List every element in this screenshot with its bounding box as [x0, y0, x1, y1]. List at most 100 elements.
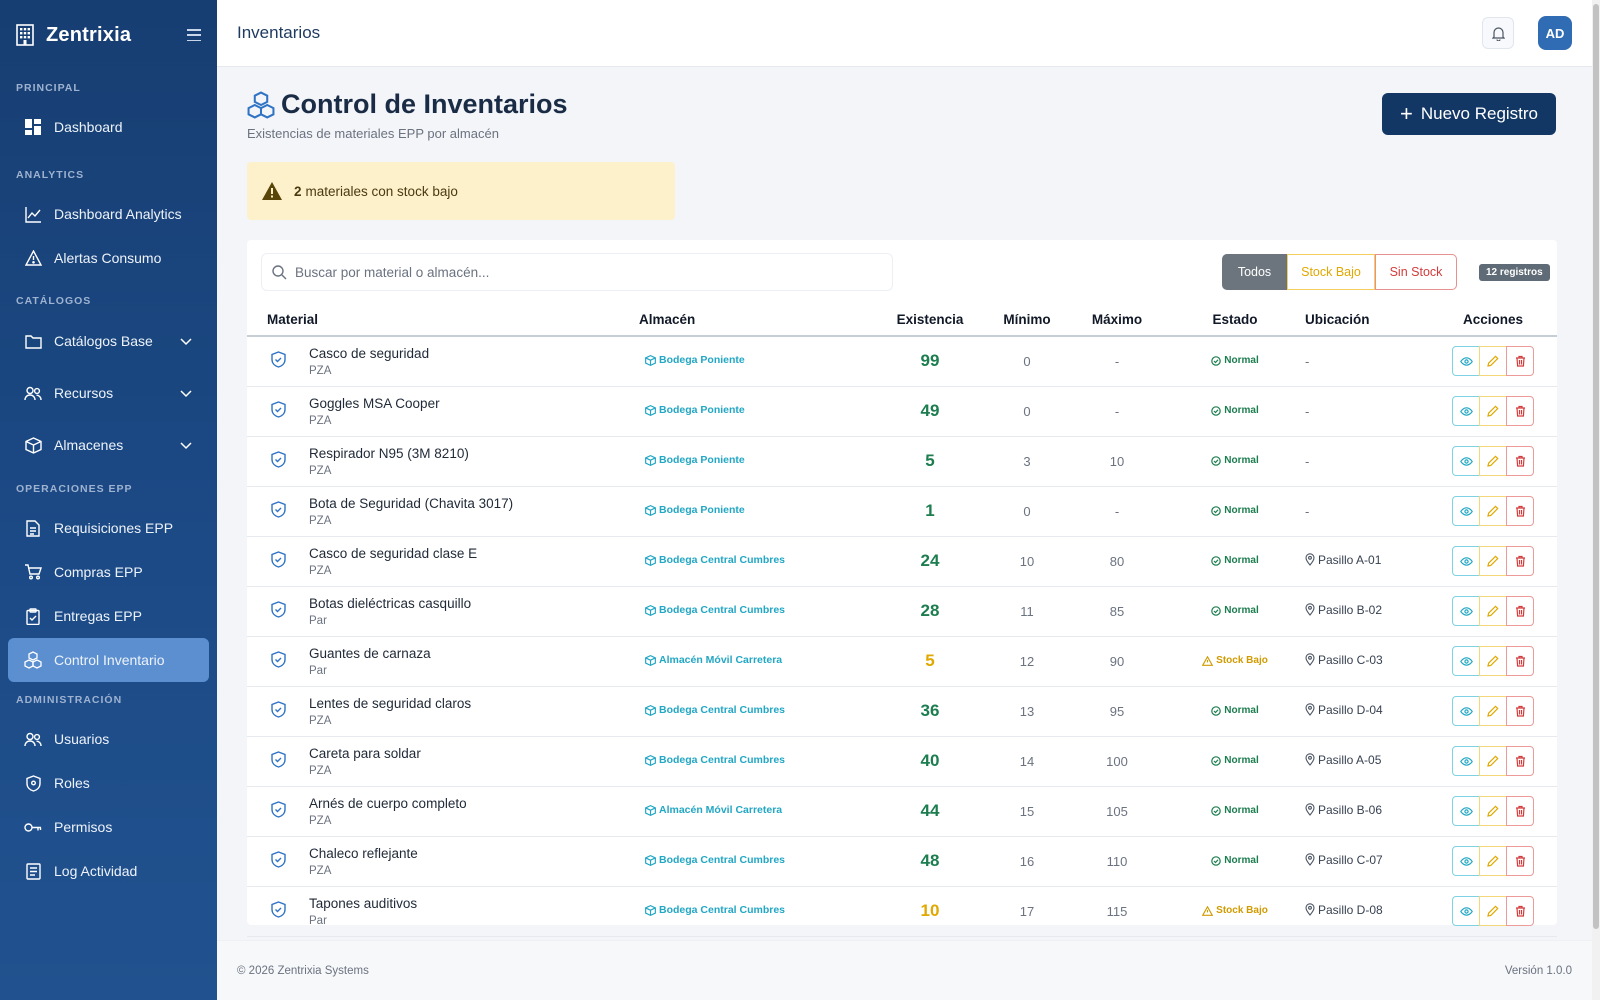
view-button[interactable] [1452, 796, 1480, 826]
almacen-tag[interactable]: Bodega Poniente [639, 404, 745, 416]
view-button[interactable] [1452, 696, 1480, 726]
almacen-tag[interactable]: Bodega Poniente [639, 504, 745, 516]
trash-icon [1515, 905, 1525, 917]
delete-button[interactable] [1506, 346, 1534, 377]
col-ubicacion[interactable]: Ubicación [1305, 304, 1429, 337]
table-row[interactable]: Lentes de seguridad claros PZA Bodega Cent… [247, 686, 1557, 736]
filter-all-button[interactable]: Todos [1222, 254, 1287, 290]
table-row[interactable]: Botas dieléctricas casquillo Par Bodega Ce… [247, 586, 1557, 636]
edit-button[interactable] [1479, 546, 1507, 576]
col-almacen[interactable]: Almacén [639, 304, 875, 337]
edit-button[interactable] [1479, 496, 1507, 526]
table-row[interactable]: Guantes de carnaza Par Almacén Móvil Carre… [247, 636, 1557, 686]
view-button[interactable] [1452, 846, 1480, 876]
page-scrollbar[interactable] [1592, 0, 1600, 1000]
view-button[interactable] [1452, 896, 1480, 926]
table-row[interactable]: Careta para soldar PZA Bodega Central Cumb… [247, 736, 1557, 786]
sidebar-item-label: Compras EPP [54, 564, 143, 580]
table-row[interactable]: Arnés de cuerpo completo PZA Almacén Móvil… [247, 786, 1557, 836]
view-button[interactable] [1452, 596, 1480, 626]
sidebar-item-log-actividad[interactable]: Log Actividad [8, 849, 209, 893]
sidebar-item-catalogos-base[interactable]: Catálogos Base [8, 315, 209, 367]
edit-button[interactable] [1479, 446, 1507, 476]
table-row[interactable]: Tapones auditivos Par Bodega Central Cumbr… [247, 886, 1557, 936]
almacen-name: Bodega Central Cumbres [659, 704, 786, 716]
new-record-button[interactable]: + Nuevo Registro [1382, 93, 1556, 135]
col-material[interactable]: Material [247, 304, 639, 337]
view-button[interactable] [1452, 746, 1480, 776]
view-button[interactable] [1452, 496, 1480, 526]
delete-button[interactable] [1506, 796, 1534, 826]
delete-button[interactable] [1506, 646, 1534, 676]
delete-button[interactable] [1506, 746, 1534, 776]
sidebar-item-compras-epp[interactable]: Compras EPP [8, 550, 209, 594]
material-unit: PZA [309, 514, 332, 527]
menu-toggle-icon[interactable] [187, 29, 201, 41]
delete-button[interactable] [1506, 546, 1534, 576]
delete-button[interactable] [1506, 446, 1534, 476]
almacen-tag[interactable]: Bodega Poniente [639, 354, 745, 366]
view-button[interactable] [1452, 646, 1480, 676]
sidebar-item-roles[interactable]: Roles [8, 761, 209, 805]
filter-low-stock-button[interactable]: Stock Bajo [1287, 254, 1375, 290]
table-row[interactable]: Goggles MSA Cooper PZA Bodega Poniente 49 0 -… [247, 386, 1557, 436]
scrollbar-thumb[interactable] [1593, 4, 1599, 929]
almacen-tag[interactable]: Bodega Central Cumbres [639, 904, 785, 916]
almacen-tag[interactable]: Bodega Central Cumbres [639, 554, 785, 566]
edit-button[interactable] [1479, 596, 1507, 626]
sidebar-item-alertas-consumo[interactable]: Alertas Consumo [8, 236, 209, 280]
delete-button[interactable] [1506, 496, 1534, 526]
col-minimo[interactable]: Mínimo [985, 304, 1069, 337]
almacen-tag[interactable]: Almacén Móvil Carretera [639, 654, 782, 666]
col-existencia[interactable]: Existencia [875, 304, 985, 337]
alert-text: materiales con stock bajo [305, 183, 458, 199]
almacen-tag[interactable]: Bodega Central Cumbres [639, 704, 785, 716]
table-row[interactable]: Casco de seguridad clase E PZA Bodega Cent… [247, 536, 1557, 586]
delete-button[interactable] [1506, 896, 1534, 926]
delete-button[interactable] [1506, 696, 1534, 726]
delete-button[interactable] [1506, 596, 1534, 626]
col-estado[interactable]: Estado [1165, 304, 1305, 337]
edit-button[interactable] [1479, 396, 1507, 426]
header-title: Inventarios [237, 23, 321, 42]
avatar[interactable]: AD [1538, 16, 1572, 50]
almacen-tag[interactable]: Bodega Central Cumbres [639, 754, 785, 766]
sidebar-item-requisiciones-epp[interactable]: Requisiciones EPP [8, 506, 209, 550]
sidebar-item-almacenes[interactable]: Almacenes [8, 419, 209, 471]
view-button[interactable] [1452, 546, 1480, 576]
view-button[interactable] [1452, 396, 1480, 426]
edit-button[interactable] [1479, 896, 1507, 926]
check-circle-icon [1211, 555, 1222, 566]
delete-button[interactable] [1506, 846, 1534, 876]
edit-button[interactable] [1479, 846, 1507, 876]
table-row[interactable]: Chaleco reflejante PZA Bodega Central Cumb… [247, 836, 1557, 886]
col-maximo[interactable]: Máximo [1069, 304, 1165, 337]
edit-button[interactable] [1479, 696, 1507, 726]
table-row[interactable]: Casco de seguridad PZA Bodega Poniente 99 0 -… [247, 336, 1557, 386]
search-input[interactable] [295, 264, 875, 280]
sidebar-item-entregas-epp[interactable]: Entregas EPP [8, 594, 209, 638]
edit-button[interactable] [1479, 346, 1507, 377]
sidebar-item-dashboard[interactable]: Dashboard [8, 105, 209, 149]
view-button[interactable] [1452, 346, 1480, 377]
sidebar-item-usuarios[interactable]: Usuarios [8, 717, 209, 761]
almacen-tag[interactable]: Bodega Central Cumbres [639, 604, 785, 616]
row-actions [1452, 896, 1534, 926]
sidebar-item-recursos[interactable]: Recursos [8, 367, 209, 419]
actions-cell [1429, 886, 1557, 936]
table-row[interactable]: Bota de Seguridad (Chavita 3017) PZA Bodeg… [247, 486, 1557, 536]
edit-button[interactable] [1479, 646, 1507, 676]
edit-button[interactable] [1479, 746, 1507, 776]
notifications-button[interactable] [1482, 17, 1514, 49]
table-row[interactable]: Respirador N95 (3M 8210) PZA Bodega Ponien… [247, 436, 1557, 486]
almacen-tag[interactable]: Bodega Poniente [639, 454, 745, 466]
filter-no-stock-button[interactable]: Sin Stock [1375, 254, 1457, 290]
almacen-tag[interactable]: Almacén Móvil Carretera [639, 804, 782, 816]
edit-button[interactable] [1479, 796, 1507, 826]
sidebar-item-dashboard-analytics[interactable]: Dashboard Analytics [8, 192, 209, 236]
delete-button[interactable] [1506, 396, 1534, 426]
sidebar-item-permisos[interactable]: Permisos [8, 805, 209, 849]
almacen-tag[interactable]: Bodega Central Cumbres [639, 854, 785, 866]
view-button[interactable] [1452, 446, 1480, 476]
sidebar-item-control-inventario[interactable]: Control Inventario [8, 638, 209, 682]
